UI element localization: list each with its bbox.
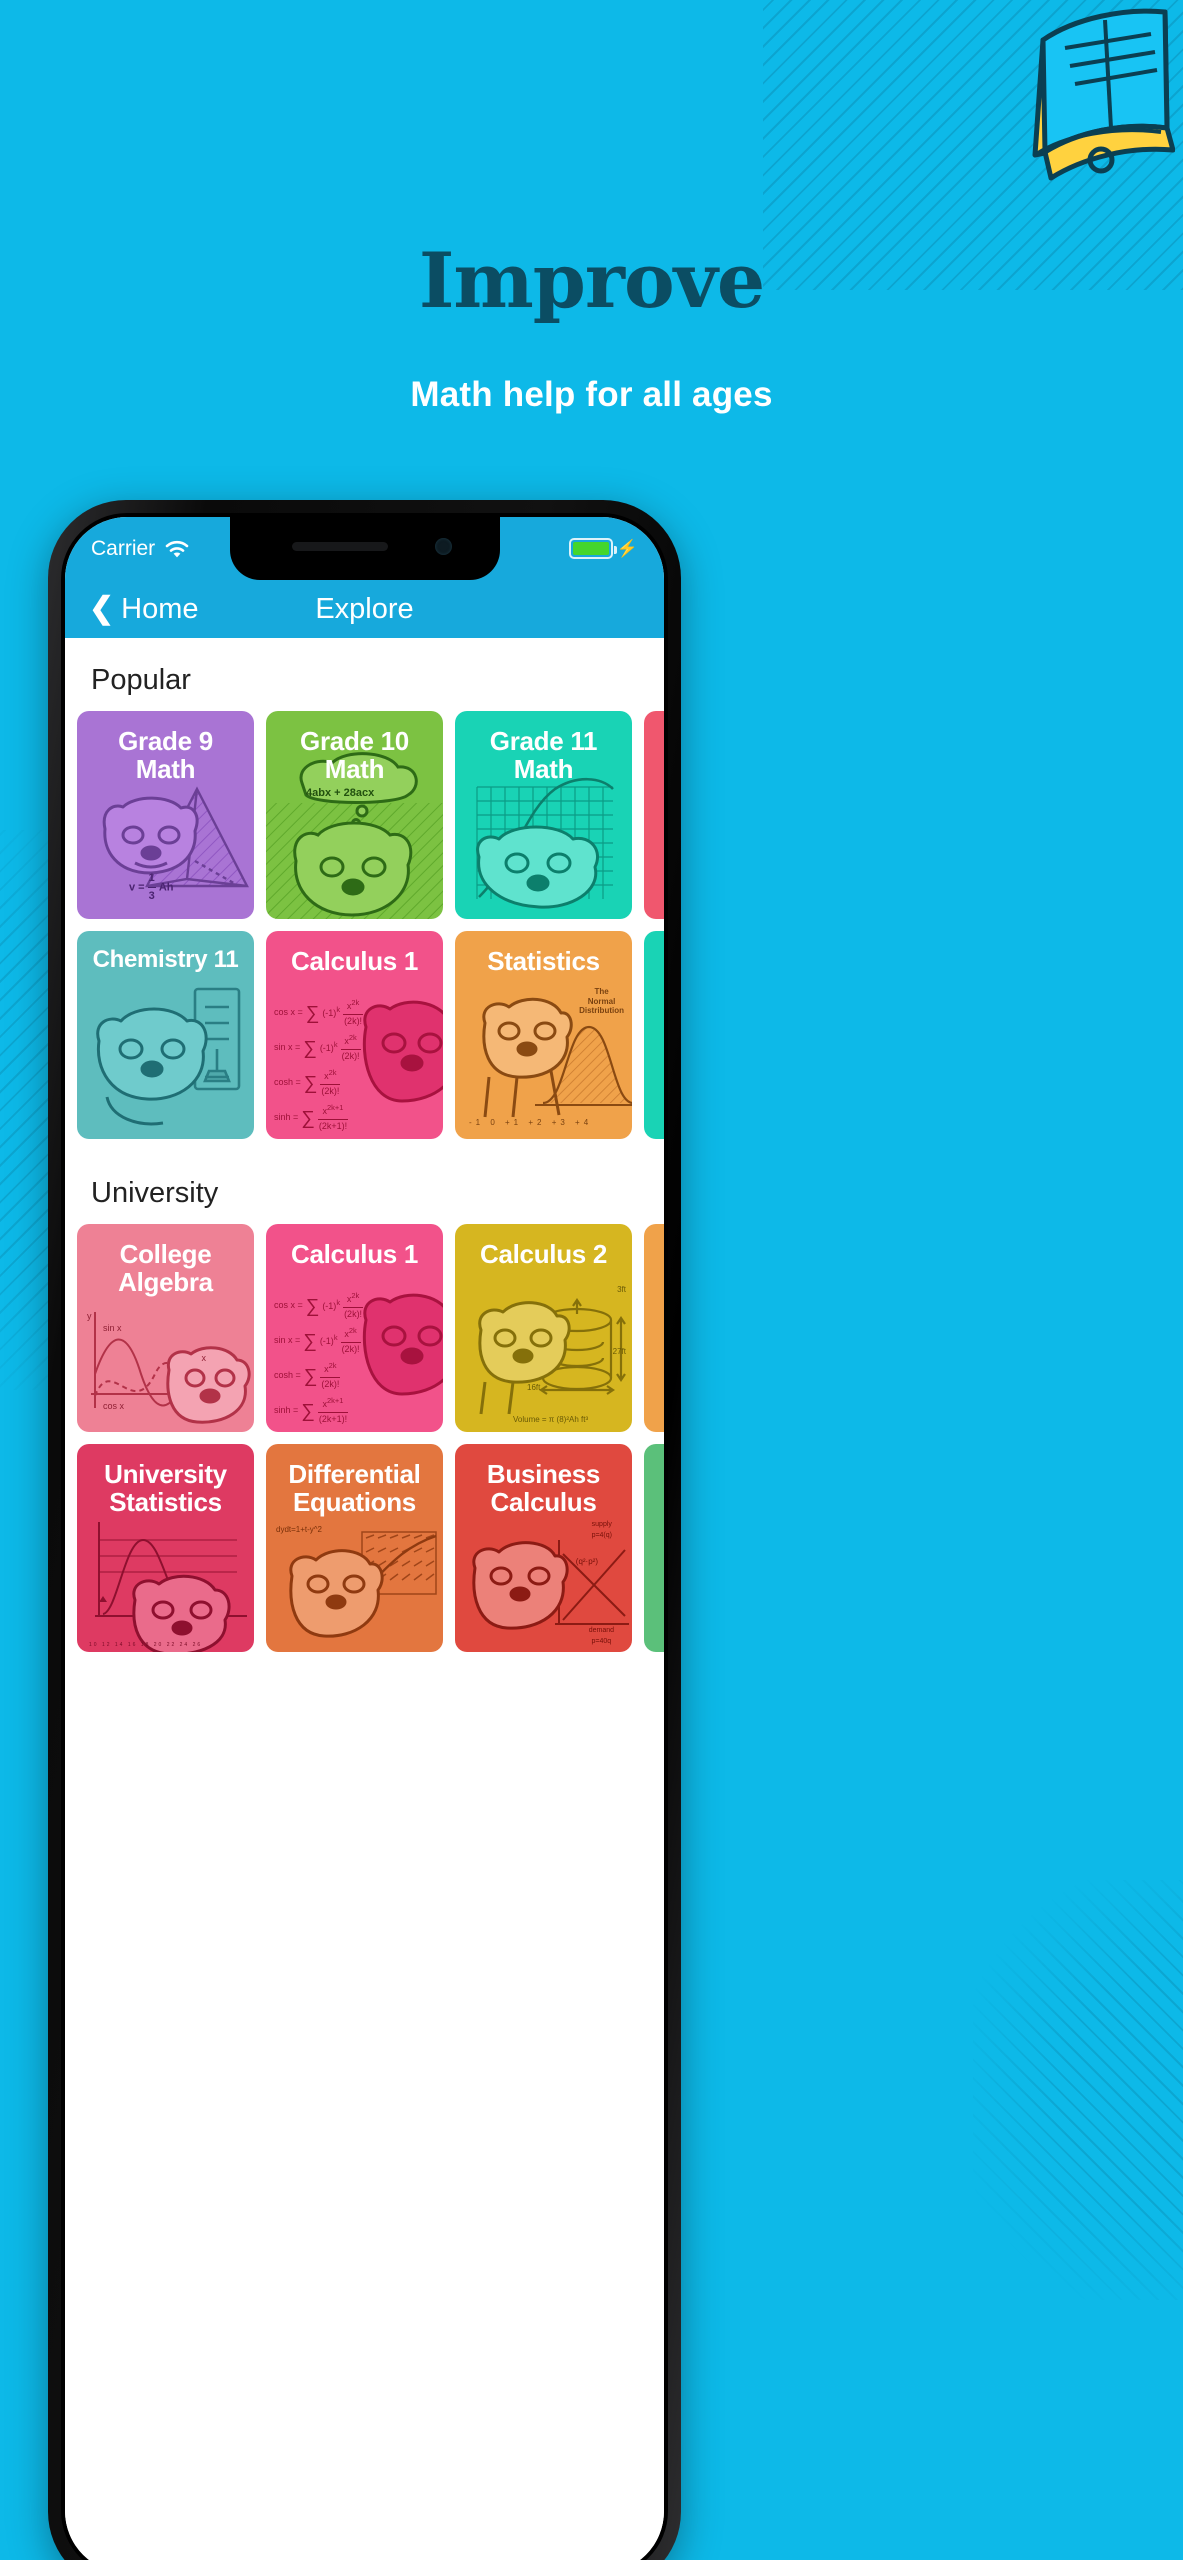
tile-calculus-2[interactable]: Calculus 2 3ft 27ft 16ft Volume = π (8)²…: [455, 1224, 632, 1432]
promo-subheadline: Math help for all ages: [410, 375, 773, 414]
phone-notch: [229, 517, 500, 580]
tile-demand-label: demand p=40q: [588, 1627, 614, 1646]
background-hatch-right: [973, 1880, 1183, 2300]
tile-formula: 4abx + 28acx: [306, 787, 375, 799]
back-button[interactable]: ❮ Home: [89, 593, 199, 626]
tile-grade-10-math[interactable]: Grade 10 Math 4abx + 28acx: [266, 711, 443, 919]
back-button-label: Home: [121, 592, 199, 625]
tile-formula-sin: sin x: [103, 1323, 122, 1333]
tile-formula: cos x = ∑ (-1)k x2k (2k)! sin x = ∑ (-1)k x2k…: [274, 998, 364, 1131]
front-camera: [434, 538, 452, 555]
tile-formula-cos: cos x: [103, 1401, 125, 1412]
tile-label: University Statistics: [104, 1459, 227, 1518]
tile-axis-labels: -1 0 +1 +2 +3 +4: [469, 1117, 593, 1127]
tile-grade-9-math[interactable]: Grade 9 Math v = 13 Ah: [77, 711, 254, 919]
tile-label: Grade 11 Math: [489, 726, 598, 785]
phone-bezel: Carrier ⚡ ❮ Home Explore Popular Grade 9…: [61, 513, 668, 2560]
promo-headline: Improve: [418, 236, 765, 325]
tile-grade-11-math[interactable]: Grade 11 Math: [455, 711, 632, 919]
tile-peek-right[interactable]: [644, 931, 664, 1139]
tile-dim-3ft: 3ft: [617, 1285, 626, 1294]
tile-formula-y: y: [87, 1311, 92, 1321]
tile-formula-x: x: [201, 1353, 207, 1363]
tile-label: Business Calculus: [486, 1459, 601, 1518]
tile-statistics[interactable]: Statistics The Normal Distribution -1 0 +1…: [455, 931, 632, 1139]
tile-formula: v = 13 Ah: [129, 871, 174, 902]
lightning-bolt-icon: ⚡: [616, 538, 638, 558]
phone-screen: Carrier ⚡ ❮ Home Explore Popular Grade 9…: [65, 517, 664, 2560]
tile-formula-title: The Normal Distribution: [579, 987, 624, 1016]
tile-label: Grade 9 Math: [118, 726, 213, 785]
tile-dim-16ft: 16ft: [527, 1382, 541, 1392]
tile-label: Calculus 1: [290, 1239, 419, 1269]
status-bar-left: Carrier: [91, 537, 190, 561]
tile-supply-label: supply p=4(q): [591, 1521, 612, 1539]
tile-university-statistics[interactable]: University Statistics 10 12 14 16 18 20 2…: [77, 1444, 254, 1652]
tile-peek-right[interactable]: [644, 1444, 664, 1652]
tile-formula: cos x = ∑ (-1)k x2k (2k)! sin x = ∑ (-1)k x2k…: [274, 1291, 364, 1424]
tile-peek-right[interactable]: [644, 1224, 664, 1432]
explore-content[interactable]: Popular Grade 9 Math v = 1 3 Ah Grade 10…: [65, 638, 664, 2560]
open-book-icon: [1032, 8, 1175, 181]
battery-icon: [568, 538, 617, 559]
tile-chemistry-11[interactable]: Chemistry 11: [77, 931, 254, 1139]
tile-label: College Algebra: [118, 1239, 213, 1298]
tile-row: Grade 9 Math v = 13 Ah Grade 10 Math 4ab…: [65, 711, 664, 931]
tile-label: Calculus 1: [290, 946, 419, 976]
nav-bar: ❮ Home Explore: [65, 580, 664, 638]
status-bar-right: ⚡: [568, 538, 638, 559]
tile-label: Calculus 2: [479, 1239, 608, 1269]
section-title-popular: Popular: [91, 664, 191, 696]
tile-business-calculus[interactable]: Business Calculus supply p=4(q) (q²·p²) de…: [455, 1444, 632, 1652]
tile-calculus-1[interactable]: Calculus 1 cos x = ∑ (-1)k x2k (2k)! sin x …: [266, 931, 443, 1139]
tile-college-algebra[interactable]: College Algebra y sin x cos x x: [77, 1224, 254, 1432]
chevron-left-icon: ❮: [89, 592, 115, 625]
tile-differential-equations[interactable]: Differential Equations dydt=1+t-y^2: [266, 1444, 443, 1652]
tile-row: College Algebra y sin x cos x x Calculus…: [65, 1224, 664, 1444]
section-title-university: University: [91, 1177, 219, 1209]
tile-row: Chemistry 11 Calculus 1 cos x = ∑ (-1)k x2…: [65, 931, 664, 1151]
tile-calculus-1-university[interactable]: Calculus 1 cos x = ∑ (-1)k x2k (2k)! sin x …: [266, 1224, 443, 1432]
phone-mockup: Carrier ⚡ ❮ Home Explore Popular Grade 9…: [48, 500, 681, 2560]
tile-formula-qp: (q²·p²): [575, 1557, 598, 1566]
tile-peek-right[interactable]: [644, 711, 664, 919]
tile-formula-volume: Volume = π (8)²Ah ft³: [513, 1414, 589, 1424]
tile-label: Differential Equations: [288, 1459, 421, 1518]
tile-label: Chemistry 11: [92, 946, 239, 973]
tile-label: Statistics: [487, 946, 600, 976]
wifi-icon: [165, 540, 189, 557]
carrier-label: Carrier: [91, 536, 156, 560]
tile-dim-27ft: 27ft: [612, 1347, 626, 1356]
earpiece-speaker: [291, 542, 388, 551]
tile-row: University Statistics 10 12 14 16 18 20 2…: [65, 1444, 664, 1664]
tile-formula: dydt=1+t-y^2: [276, 1525, 323, 1534]
tile-axis-labels: 10 12 14 16 18 20 22 24 26: [89, 1642, 203, 1649]
tile-label: Grade 10 Math: [300, 726, 409, 785]
